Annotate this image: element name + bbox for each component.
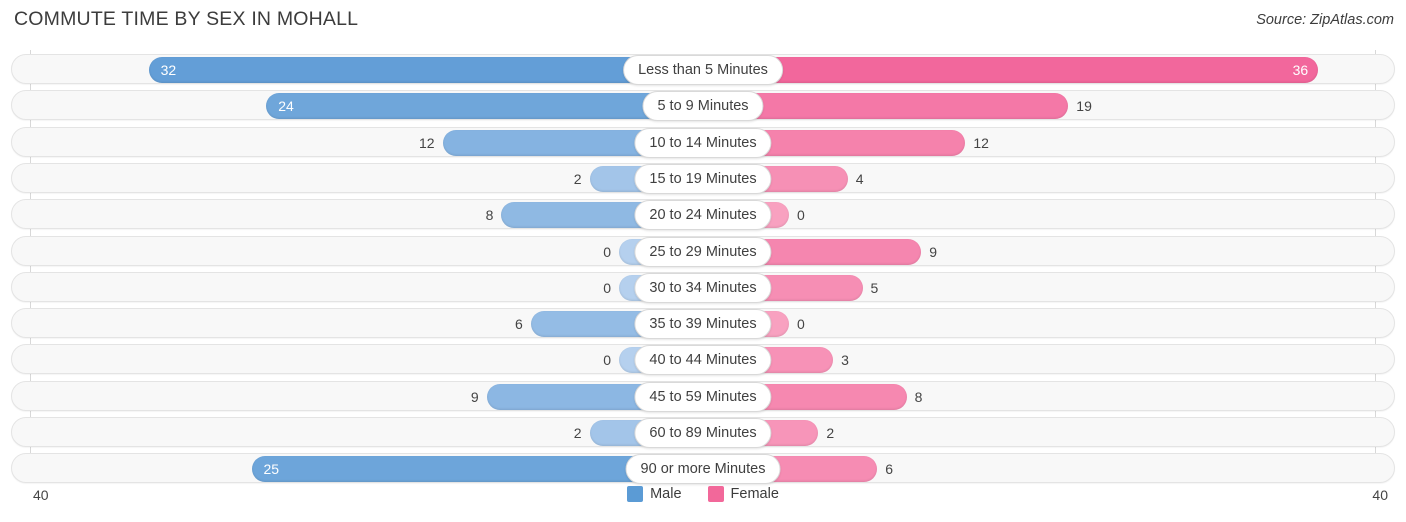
category-label-pill: 15 to 19 Minutes bbox=[634, 163, 772, 194]
legend-item-male[interactable]: Male bbox=[627, 486, 682, 502]
chart-row: 25 6 90 or more Minutes bbox=[11, 453, 1395, 485]
chart-row: 0 5 30 to 34 Minutes bbox=[11, 271, 1395, 303]
value-label-male: 6 bbox=[515, 316, 523, 333]
category-label-pill: 30 to 34 Minutes bbox=[634, 272, 772, 303]
bar-female[interactable] bbox=[704, 57, 1319, 83]
chart-plot-area: 32 36 Less than 5 Minutes 24 19 5 to 9 Minute… bbox=[0, 50, 1406, 486]
value-label-female: 9 bbox=[929, 243, 938, 260]
chart-row: 32 36 Less than 5 Minutes bbox=[11, 54, 1395, 85]
value-label-female: 0 bbox=[797, 207, 805, 224]
value-label-female: 36 bbox=[1292, 62, 1309, 78]
value-label-female: 4 bbox=[855, 170, 864, 187]
category-label-pill: 35 to 39 Minutes bbox=[634, 309, 772, 340]
chart-row: 2 2 60 to 89 Minutes bbox=[11, 417, 1395, 448]
bar-male[interactable] bbox=[266, 93, 704, 120]
legend-label-female: Female bbox=[730, 486, 779, 502]
page-title: COMMUTE TIME BY SEX IN MOHALL bbox=[14, 8, 359, 30]
chart-legend: Male Female bbox=[0, 486, 1406, 502]
value-label-male: 0 bbox=[603, 352, 611, 369]
category-label-pill: 40 to 44 Minutes bbox=[634, 345, 772, 376]
value-label-male: 0 bbox=[603, 279, 611, 296]
chart-row: 9 8 45 to 59 Minutes bbox=[11, 380, 1395, 412]
category-label-pill: 5 to 9 Minutes bbox=[642, 91, 764, 122]
value-label-female: 19 bbox=[1076, 98, 1092, 115]
value-label-female: 12 bbox=[973, 134, 989, 151]
value-label-female: 8 bbox=[914, 388, 923, 405]
legend-label-male: Male bbox=[650, 486, 682, 502]
category-label-pill: 20 to 24 Minutes bbox=[634, 200, 772, 231]
chart-row: 2 4 15 to 19 Minutes bbox=[11, 162, 1395, 194]
value-label-male: 2 bbox=[573, 170, 582, 187]
value-label-male: 25 bbox=[263, 461, 280, 478]
value-label-female: 5 bbox=[870, 279, 879, 296]
chart-row: 8 0 20 to 24 Minutes bbox=[11, 199, 1395, 231]
value-label-male: 9 bbox=[470, 388, 479, 405]
value-label-female: 6 bbox=[885, 461, 893, 478]
female-color-swatch bbox=[707, 486, 724, 502]
legend-item-female[interactable]: Female bbox=[707, 486, 779, 502]
male-color-swatch bbox=[627, 486, 644, 502]
category-label-pill: 45 to 59 Minutes bbox=[634, 381, 772, 412]
category-label-pill: 25 to 29 Minutes bbox=[634, 236, 772, 267]
category-label-pill: 10 to 14 Minutes bbox=[634, 127, 772, 158]
value-label-male: 0 bbox=[603, 243, 611, 260]
value-label-female: 2 bbox=[826, 425, 835, 441]
category-label-pill: 60 to 89 Minutes bbox=[634, 418, 772, 448]
value-label-male: 12 bbox=[419, 134, 435, 151]
chart-row: 24 19 5 to 9 Minutes bbox=[11, 90, 1395, 122]
value-label-male: 24 bbox=[278, 98, 294, 115]
bar-male[interactable] bbox=[148, 57, 704, 83]
value-label-male: 2 bbox=[573, 425, 582, 441]
chart-row: 0 9 25 to 29 Minutes bbox=[11, 235, 1395, 267]
chart-row: 0 3 40 to 44 Minutes bbox=[11, 344, 1395, 376]
chart-row: 12 12 10 to 14 Minutes bbox=[11, 126, 1395, 158]
chart-row: 6 0 35 to 39 Minutes bbox=[11, 308, 1395, 340]
value-label-female: 3 bbox=[841, 352, 849, 369]
value-label-male: 8 bbox=[485, 207, 494, 224]
source-attribution: Source: ZipAtlas.com bbox=[1256, 12, 1394, 28]
category-label-pill: 90 or more Minutes bbox=[625, 454, 781, 485]
value-label-female: 0 bbox=[797, 316, 805, 333]
category-label-pill: Less than 5 Minutes bbox=[623, 55, 783, 85]
value-label-male: 32 bbox=[160, 62, 177, 78]
